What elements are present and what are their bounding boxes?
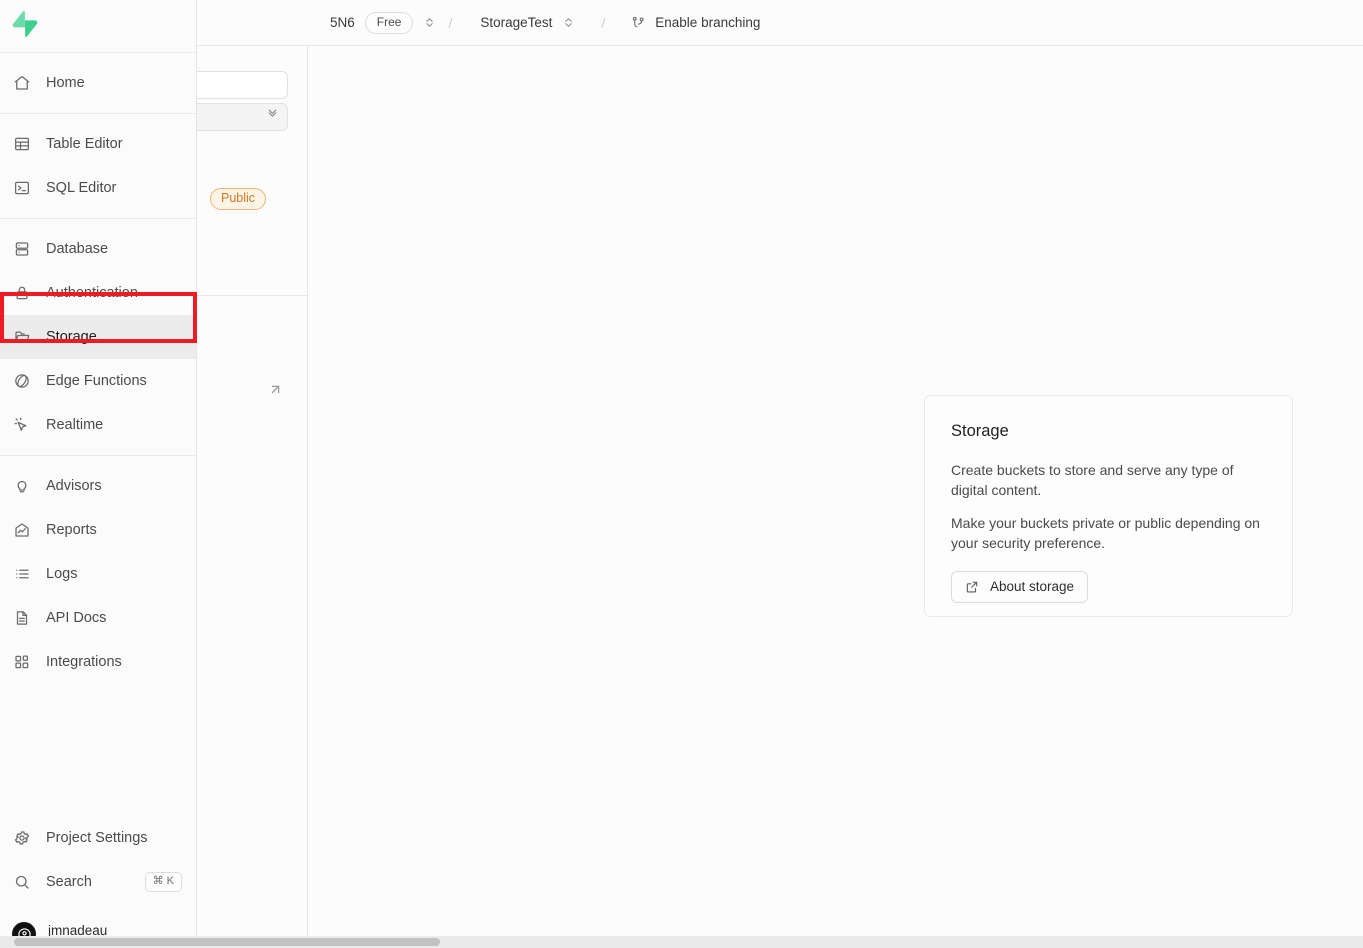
app-logo[interactable]	[0, 0, 196, 52]
lightbulb-icon	[12, 476, 32, 496]
sidebar-item-realtime[interactable]: Realtime	[0, 403, 196, 447]
sidebar-item-database[interactable]: Database	[0, 227, 196, 271]
cursor-sparkle-icon	[12, 415, 32, 435]
external-link-icon	[965, 580, 979, 594]
sidebar-label-advisors: Advisors	[46, 478, 102, 494]
breadcrumb-org[interactable]: 5N6	[330, 15, 355, 30]
sidebar-item-authentication[interactable]: Authentication	[0, 271, 196, 315]
sidebar-label-integrations: Integrations	[46, 654, 122, 670]
list-icon	[12, 564, 32, 584]
git-branch-icon	[631, 15, 646, 30]
enable-branching-label: Enable branching	[655, 15, 761, 30]
sidebar-group-general: Home	[0, 53, 196, 113]
plan-badge[interactable]: Free	[364, 11, 414, 34]
org-switcher-chevron-up-down-icon[interactable]	[423, 16, 436, 29]
sidebar-group-editors: Table Editor SQL Editor	[0, 114, 196, 218]
sidebar-item-advisors[interactable]: Advisors	[0, 464, 196, 508]
sidebar: Home Table Editor SQL Editor Database Au…	[0, 0, 197, 948]
sidebar-label-database: Database	[46, 241, 109, 257]
sidebar-item-integrations[interactable]: Integrations	[0, 640, 196, 684]
sidebar-item-home[interactable]: Home	[0, 61, 196, 105]
sidebar-label-realtime: Realtime	[46, 417, 104, 433]
arrow-up-right-icon[interactable]	[268, 382, 283, 402]
supabase-bolt-logo-icon	[12, 10, 38, 42]
main-content: Storage Create buckets to store and serv…	[308, 46, 1363, 948]
search-shortcut-badge: ⌘ K	[144, 872, 182, 892]
app-root: Public 5N6 Free / StorageTest / Enable b…	[0, 0, 1363, 948]
breadcrumb-project[interactable]: StorageTest	[480, 15, 552, 30]
project-switcher-chevron-up-down-icon[interactable]	[562, 16, 575, 29]
sidebar-item-api-docs[interactable]: API Docs	[0, 596, 196, 640]
sidebar-label-api-docs: API Docs	[46, 610, 107, 626]
sidebar-label-search: Search	[46, 874, 92, 890]
sidebar-group-tools: Advisors Reports Logs API Docs Integrati…	[0, 456, 196, 692]
horizontal-scrollbar-thumb[interactable]	[14, 938, 440, 946]
sidebar-item-logs[interactable]: Logs	[0, 552, 196, 596]
sidebar-label-edge-functions: Edge Functions	[46, 373, 147, 389]
gear-icon	[12, 828, 32, 848]
sidebar-item-table-editor[interactable]: Table Editor	[0, 122, 196, 166]
sidebar-item-edge-functions[interactable]: Edge Functions	[0, 359, 196, 403]
sidebar-item-storage[interactable]: Storage	[0, 315, 196, 359]
sidebar-label-authentication: Authentication	[46, 285, 138, 301]
sidebar-label-project-settings: Project Settings	[46, 830, 148, 846]
storage-card-paragraph-1: Create buckets to store and serve any ty…	[951, 462, 1234, 498]
lock-icon	[12, 283, 32, 303]
sidebar-item-search[interactable]: Search ⌘ K	[0, 860, 196, 904]
home-icon	[12, 73, 32, 93]
storage-card-title: Storage	[951, 422, 1009, 440]
enable-branching-button[interactable]: Enable branching	[631, 15, 760, 30]
folder-icon	[12, 327, 32, 347]
sidebar-item-sql-editor[interactable]: SQL Editor	[0, 166, 196, 210]
sidebar-group-products: Database Authentication Storage Edge Fun…	[0, 219, 196, 455]
sidebar-bottom: Project Settings Search ⌘ K jmnadeau	[0, 816, 196, 948]
chart-icon	[12, 520, 32, 540]
storage-card-paragraph-2: Make your buckets private or public depe…	[951, 515, 1260, 551]
breadcrumb-separator-2: /	[601, 14, 606, 31]
sidebar-label-home: Home	[46, 75, 85, 91]
about-storage-button[interactable]: About storage	[951, 571, 1089, 603]
table-icon	[12, 134, 32, 154]
user-name: jmnadeau	[48, 923, 108, 938]
function-icon	[12, 371, 32, 391]
sidebar-label-logs: Logs	[46, 566, 78, 582]
sidebar-item-reports[interactable]: Reports	[0, 508, 196, 552]
horizontal-scrollbar[interactable]	[0, 936, 1363, 948]
sidebar-label-table-editor: Table Editor	[46, 136, 123, 152]
document-icon	[12, 608, 32, 628]
storage-info-card: Storage Create buckets to store and serv…	[924, 395, 1293, 617]
topbar: 5N6 Free / StorageTest / Enable branchin…	[308, 0, 1363, 46]
terminal-icon	[12, 178, 32, 198]
sidebar-item-project-settings[interactable]: Project Settings	[0, 816, 196, 860]
breadcrumb-separator-1: /	[448, 14, 453, 31]
sidebar-label-reports: Reports	[46, 522, 97, 538]
about-storage-label: About storage	[990, 579, 1075, 594]
grid-plus-icon	[12, 652, 32, 672]
public-badge: Public	[210, 188, 267, 210]
chevron-up-down-icon	[266, 108, 279, 126]
sidebar-label-storage: Storage	[46, 329, 97, 345]
search-icon	[12, 872, 32, 892]
sidebar-label-sql-editor: SQL Editor	[46, 180, 117, 196]
database-icon	[12, 239, 32, 259]
